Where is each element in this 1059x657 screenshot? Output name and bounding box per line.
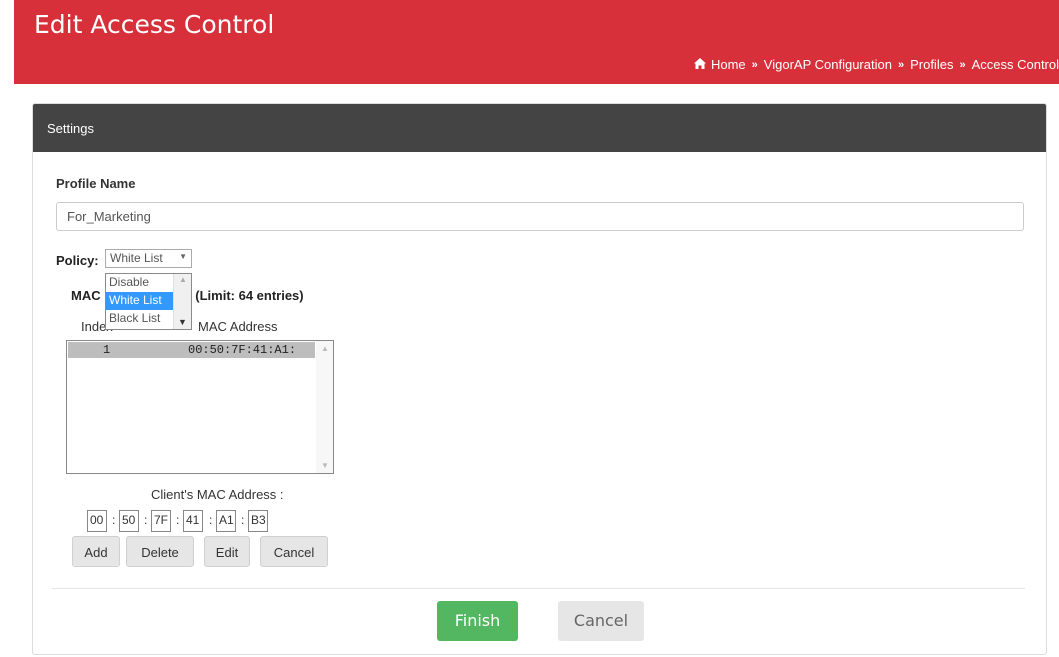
mac-filter-title-suffix: er (Limit: 64 entries) bbox=[179, 288, 304, 303]
policy-label: Policy: bbox=[56, 253, 99, 268]
policy-select[interactable]: White List ▼ bbox=[105, 249, 192, 268]
scroll-down-icon: ▼ bbox=[321, 461, 329, 470]
breadcrumb-separator: » bbox=[897, 58, 905, 71]
home-icon bbox=[693, 57, 706, 72]
colon-separator: : bbox=[144, 513, 148, 527]
mac-octet-1[interactable]: 00 bbox=[87, 510, 107, 532]
breadcrumb-vigorap-configuration[interactable]: VigorAP Configuration bbox=[764, 57, 892, 72]
profile-name-input[interactable] bbox=[56, 202, 1024, 231]
add-button[interactable]: Add bbox=[72, 536, 120, 567]
finish-button[interactable]: Finish bbox=[437, 601, 518, 641]
panel-title: Settings bbox=[33, 104, 1046, 152]
scroll-up-icon: ▲ bbox=[179, 275, 187, 284]
profile-name-label: Profile Name bbox=[56, 176, 136, 191]
breadcrumb-separator: » bbox=[751, 58, 758, 71]
breadcrumb-profiles[interactable]: Profiles bbox=[910, 57, 953, 72]
breadcrumb-home[interactable]: Home bbox=[711, 57, 746, 72]
breadcrumb-separator: » bbox=[959, 58, 966, 71]
colon-separator: : bbox=[241, 513, 245, 527]
page-header: Edit Access Control Home » VigorAP Confi… bbox=[14, 0, 1059, 84]
list-item[interactable]: 1 00:50:7F:41:A1: bbox=[68, 342, 315, 358]
policy-option-black-list[interactable]: Black List bbox=[106, 310, 173, 328]
scroll-down-icon: ▼ bbox=[178, 317, 187, 327]
mac-octet-2[interactable]: 50 bbox=[119, 510, 139, 532]
client-mac-label: Client's MAC Address : bbox=[151, 487, 284, 502]
mac-octet-6[interactable]: B3 bbox=[248, 510, 268, 532]
policy-selected-value: White List bbox=[110, 251, 163, 265]
divider bbox=[52, 588, 1025, 589]
breadcrumb: Home » VigorAP Configuration » Profiles … bbox=[693, 57, 1059, 72]
colon-separator: : bbox=[176, 513, 180, 527]
delete-button[interactable]: Delete bbox=[126, 536, 194, 567]
mac-octet-3[interactable]: 7F bbox=[151, 510, 171, 532]
dropdown-scrollbar[interactable]: ▲ ▼ bbox=[173, 274, 191, 329]
chevron-down-icon: ▼ bbox=[179, 252, 187, 261]
cancel-button[interactable]: Cancel bbox=[558, 601, 644, 641]
edit-button[interactable]: Edit bbox=[204, 536, 250, 567]
policy-option-disable[interactable]: Disable bbox=[106, 274, 173, 292]
policy-dropdown: Disable White List Black List ▲ ▼ bbox=[105, 273, 192, 330]
list-item-index: 1 bbox=[103, 343, 111, 357]
colon-separator: : bbox=[209, 513, 213, 527]
breadcrumb-access-control[interactable]: Access Control bbox=[972, 57, 1059, 72]
policy-option-white-list[interactable]: White List bbox=[106, 292, 173, 310]
mac-address-list[interactable]: 1 00:50:7F:41:A1: ▲ ▼ bbox=[66, 340, 334, 474]
mac-filter-title-prefix: MAC bbox=[71, 288, 101, 303]
mac-octet-5[interactable]: A1 bbox=[216, 510, 236, 532]
page-title: Edit Access Control bbox=[34, 10, 275, 39]
column-header-mac-address: MAC Address bbox=[198, 319, 278, 334]
colon-separator: : bbox=[112, 513, 116, 527]
cancel-entry-button[interactable]: Cancel bbox=[260, 536, 328, 567]
settings-panel: Settings Profile Name Policy: White List… bbox=[32, 103, 1047, 655]
list-item-mac: 00:50:7F:41:A1: bbox=[188, 343, 297, 357]
scroll-up-icon: ▲ bbox=[321, 344, 329, 353]
mac-octet-4[interactable]: 41 bbox=[183, 510, 203, 532]
list-scrollbar[interactable]: ▲ ▼ bbox=[316, 341, 333, 473]
